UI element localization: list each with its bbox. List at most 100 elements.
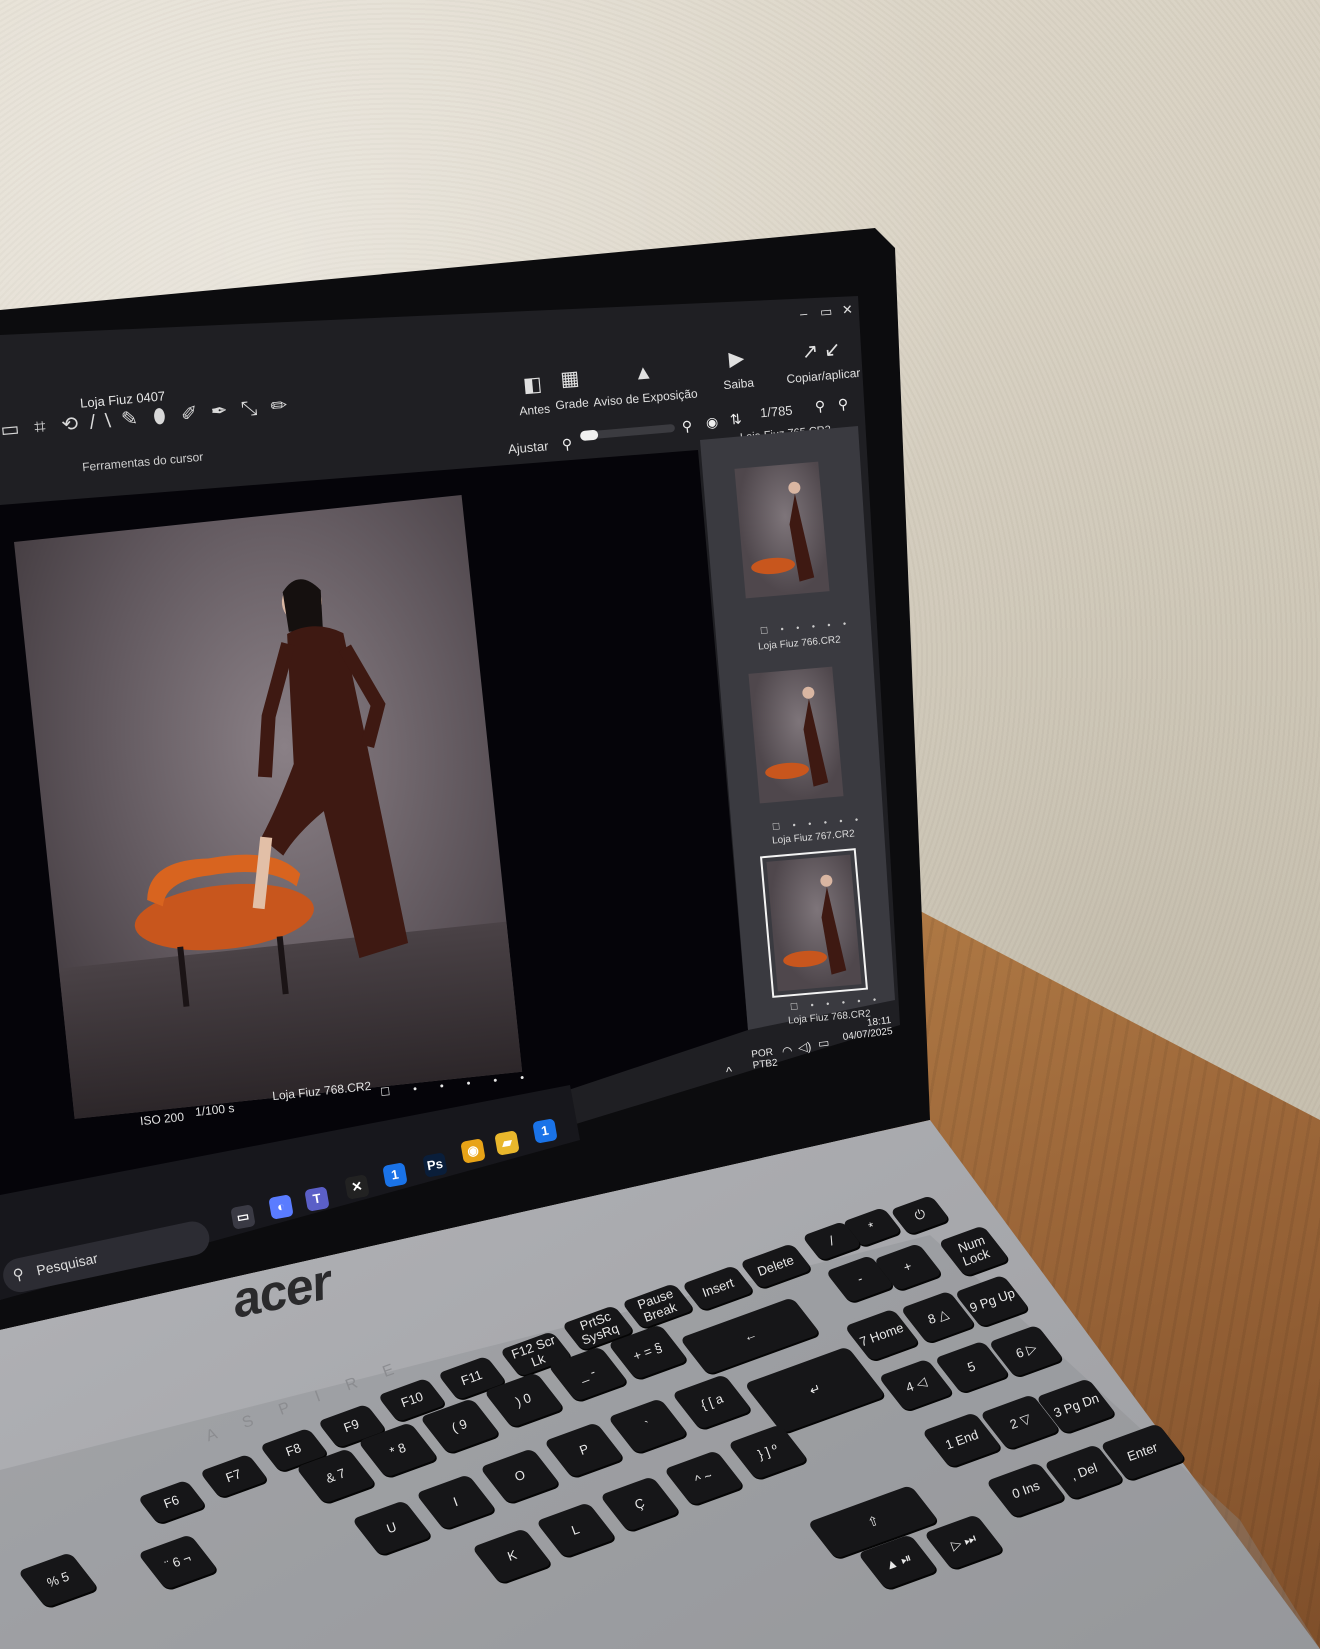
cursor-tools-label: Ferramentas do cursor	[81, 449, 204, 475]
key-label: F8	[284, 1440, 304, 1460]
model-figure	[134, 579, 409, 1007]
key-label: { [ a	[698, 1390, 725, 1413]
maximize-icon[interactable]: ▭	[819, 303, 833, 320]
key-label: O	[512, 1466, 528, 1485]
key-label: F10	[398, 1388, 425, 1411]
thumb-figure	[783, 874, 847, 975]
search-icon[interactable]: ⚲	[837, 396, 849, 414]
close-icon[interactable]: ✕	[841, 302, 853, 319]
key-label: K	[505, 1547, 519, 1565]
key-label: -	[855, 1270, 865, 1287]
thumbnail-image[interactable]	[734, 461, 830, 599]
key-label: 6 ▷	[1013, 1340, 1039, 1362]
key-label: F6	[162, 1492, 182, 1512]
chair-leg	[177, 946, 190, 1007]
gradient-tool-icon[interactable]: ⤡	[238, 396, 270, 422]
zoom-out-icon[interactable]: ⚲	[561, 436, 573, 454]
key-label: * 8	[387, 1439, 408, 1460]
copilot-icon[interactable]: ◐	[268, 1194, 294, 1220]
key-label: F7	[224, 1466, 244, 1486]
teams-icon[interactable]: T	[304, 1186, 330, 1212]
crop-tool-icon[interactable]: ⌗	[29, 415, 61, 441]
key-label: ←	[741, 1326, 759, 1345]
onepassword-active-icon[interactable]: 1	[532, 1118, 558, 1144]
key-label: 0 Ins	[1010, 1477, 1042, 1502]
key-label: *	[866, 1218, 877, 1235]
capcut-icon[interactable]: ✕	[344, 1174, 370, 1200]
key-label: % 5	[44, 1568, 71, 1591]
pen-tool-icon[interactable]: ✒	[208, 397, 240, 425]
key-label: 5	[965, 1358, 978, 1375]
file-explorer-icon[interactable]: ▰	[494, 1130, 520, 1156]
key-label: Delete	[755, 1252, 797, 1280]
play-video-icon: ▶	[727, 347, 746, 371]
key-label: Insert	[700, 1275, 736, 1301]
sort-icon[interactable]: ⇅	[729, 411, 742, 429]
key-label: _ -	[578, 1364, 598, 1384]
key-label: 3 Pg Dn	[1051, 1390, 1101, 1421]
preview-eye-icon[interactable]: ◉	[705, 413, 719, 431]
picker-tool-icon[interactable]: ✎	[118, 405, 150, 433]
key-label: 1 End	[943, 1426, 981, 1453]
main-photo[interactable]	[14, 494, 523, 1119]
key-label: 9 Pg Up	[967, 1285, 1017, 1316]
key-label: +	[901, 1258, 915, 1276]
key-label: ¨ 6 ¬	[162, 1550, 193, 1574]
zoom-fit-label[interactable]: Ajustar	[507, 438, 549, 456]
key-label: ) 0	[514, 1390, 534, 1410]
volume-icon[interactable]: ◁)	[797, 1039, 812, 1055]
onepassword-icon[interactable]: 1	[382, 1162, 408, 1188]
key-label: ▲ ⏯	[882, 1550, 914, 1574]
grid-button[interactable]: ▦ Grade	[552, 365, 589, 412]
search-icon: ⚲	[11, 1265, 26, 1285]
cursor-toolbar: ▭ ⌗ ⟲/\✎ ⬮ ✐✒⤡✏	[0, 386, 361, 457]
copy-apply-button[interactable]: ↗ ↙ Copiar/aplicar	[783, 335, 861, 386]
minimize-icon[interactable]: –	[799, 306, 808, 322]
chrome-icon[interactable]: ◉	[460, 1138, 486, 1164]
copy-apply-arrows-icon: ↗ ↙	[800, 338, 842, 364]
eraser-tool-icon[interactable]: ✏	[268, 392, 300, 420]
key-label: `	[643, 1417, 653, 1434]
thumb-figure	[765, 686, 829, 787]
key-label: F9	[342, 1416, 362, 1436]
heal-tool-icon[interactable]: ⬮	[149, 404, 181, 430]
model-hair	[282, 579, 323, 632]
compare-icon: ◧	[522, 373, 543, 397]
learn-button[interactable]: ▶ Saiba	[720, 345, 755, 392]
key-label: Ç	[632, 1495, 647, 1513]
language-indicator[interactable]: POR PTB2	[751, 1047, 779, 1071]
warning-icon: ▲	[632, 361, 655, 385]
filter-icon[interactable]: ⚲	[814, 398, 826, 416]
key-label: & 7	[324, 1465, 348, 1487]
thumbnail-image[interactable]	[748, 666, 844, 804]
before-button[interactable]: ◧ Antes	[516, 371, 551, 418]
key-label: , Del	[1068, 1460, 1100, 1484]
key-label: F11	[459, 1366, 485, 1389]
battery-icon[interactable]: ▭	[817, 1035, 830, 1050]
wifi-icon[interactable]: ◠	[781, 1043, 793, 1058]
key-label: ▷ ⏭	[949, 1530, 979, 1554]
thumbnail-image-selected[interactable]	[759, 848, 869, 998]
chair-leg	[276, 936, 289, 995]
rotate-tool-icon[interactable]: ⟲	[59, 410, 91, 438]
key-label: Num Lock	[956, 1232, 992, 1269]
thumb-figure	[751, 481, 815, 582]
key-label: ( 9	[450, 1416, 470, 1436]
key-label: I	[451, 1494, 461, 1510]
zoom-in-icon[interactable]: ⚲	[681, 418, 693, 436]
key-label: 7 Home	[857, 1319, 906, 1350]
photoshop-icon[interactable]: Ps	[422, 1152, 448, 1178]
key-label: ^ ~	[693, 1467, 715, 1488]
key-label: ⇧	[865, 1512, 881, 1531]
grid-icon: ▦	[559, 367, 581, 391]
brush-tool-icon[interactable]: ✐	[178, 399, 210, 427]
perspective-tool-icon[interactable]: /\	[89, 409, 122, 435]
key-label: 8 △	[925, 1306, 951, 1328]
key-label: U	[384, 1519, 399, 1537]
zoom-slider[interactable]	[579, 423, 676, 441]
select-tool-icon[interactable]: ▭	[0, 415, 31, 443]
key-label: 4 ◁	[903, 1374, 929, 1396]
taskview-icon[interactable]: ▭	[230, 1204, 256, 1230]
key-label: L	[569, 1521, 582, 1538]
exposure-warning-button[interactable]: ▲ Aviso de Exposição	[590, 358, 698, 409]
